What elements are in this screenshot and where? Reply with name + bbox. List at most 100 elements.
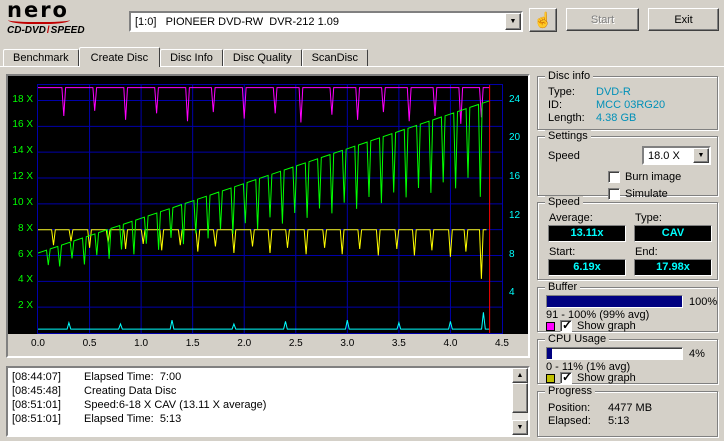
series-write-speed [38,100,490,267]
log-panel: [08:44:07] Elapsed Time: 7:00 [08:45:48] Cr… [6,366,530,437]
disc-info-value: DVD-R [596,86,631,98]
cpu-percent: 4% [689,348,705,360]
checkbox-box[interactable] [608,170,620,183]
progress-title: Progress [545,385,596,397]
hand-icon: ☝ [533,11,553,29]
buffer-group: Buffer 100% 91 - 100% (99% avg) Show gra… [537,281,718,332]
x-axis-label: 4.5 [495,338,509,349]
speed-chart: 2 X 4 X 6 X 8 X 10 X 12 X 14 X 16 X 18 X 4 8 12 16 2… [6,74,530,358]
cpu-progress-bar [546,347,683,360]
speed-select-label: Speed [548,150,580,162]
disc-info-group: Disc info Type: DVD-R ID: MCC 03RG20 Length:… [537,70,718,130]
tab-create-disc[interactable]: Create Disc [78,47,161,67]
y-axis-left-label: 8 X [17,222,33,234]
cpu-show-graph-checkbox[interactable] [560,370,572,384]
checkbox-simulate[interactable]: Simulate [608,187,717,200]
logo-subtext: CD-DVD/SPEED [7,25,125,36]
disc-info-row: Type: DVD-R [538,86,717,99]
progress-group: Progress Position: 4477 MB Elapsed: 5:13 [537,385,718,437]
speed-select-value: 18.0 X [648,149,680,162]
y-axis-right-label: 8 [509,248,515,260]
y-axis-left-label: 14 X [12,145,33,157]
tab-scandisc[interactable]: ScanDisc [301,49,369,66]
scrollbar-thumb[interactable] [512,383,528,413]
tab-benchmark[interactable]: Benchmark [3,49,79,66]
checkbox-burn-image[interactable]: Burn image [608,170,717,183]
exit-button-label: Exit [674,13,693,26]
speed-select[interactable]: 18.0 X ▼ [642,146,711,165]
log-timestamp: [08:45:48] [12,385,61,397]
disc-info-rows: Type: DVD-R ID: MCC 03RG20 Length: 4.38 GB [538,77,717,125]
x-axis-label: 3.0 [340,338,355,349]
elapsed-value: 5:13 [608,415,630,427]
y-axis-left-label: 2 X [17,300,33,312]
cpu-show-graph[interactable]: Show graph [546,370,636,384]
x-axis-label: 4.0 [443,338,458,349]
disc-info-row: ID: MCC 03RG20 [538,99,717,112]
buffer-graph-color-swatch [546,321,555,331]
position-label: Position: [548,402,591,414]
cpu-progress-fill [547,348,553,359]
select-button[interactable]: ☝ [529,8,557,32]
exit-button[interactable]: Exit [648,8,719,31]
cpu-usage-group: CPU Usage 4% 0 - 11% (1% avg) Show graph [537,333,718,384]
checkbox-box[interactable] [608,187,620,200]
device-selector[interactable]: [1:0] PIONEER DVD-RW DVR-212 1.09 ▼ [129,11,523,32]
series-cpu [38,312,490,330]
buffer-percent: 100% [689,296,718,308]
x-axis-label: 1.5 [185,338,200,349]
settings-title: Settings [545,130,591,142]
dropdown-arrow-icon[interactable]: ▼ [693,148,709,163]
disc-info-value: MCC 03RG20 [596,99,666,111]
log-scrollbar[interactable]: ▲ ▼ [512,368,528,435]
average-speed-value: 13.11x [548,225,626,242]
nero-logo: nero CD-DVD/SPEED [7,0,125,37]
log-line: [08:44:07] Elapsed Time: 7:00 [12,370,508,384]
progress-rows: Position: 4477 MB Elapsed: 5:13 [538,392,717,428]
log-lines: [08:44:07] Elapsed Time: 7:00 [08:45:48] Cr… [12,370,508,426]
logo-sub-speed: SPEED [50,25,85,36]
y-axis-right-label: 4 [509,287,515,299]
cpu-show-graph-label: Show graph [577,372,636,384]
buffer-progress-fill [547,296,682,307]
buffer-progress-bar [546,295,683,308]
position-value: 4477 MB [608,402,653,414]
scroll-up-button[interactable]: ▲ [512,368,528,383]
tab-disc-info[interactable]: Disc Info [160,49,223,66]
start-speed-label: Start: [549,246,576,258]
disc-info-row: Length: 4.38 GB [538,112,717,125]
tab-disc-quality[interactable]: Disc Quality [222,49,302,66]
log-line: [08:45:48] Creating Data Disc [12,384,508,398]
y-axis-right-label: 12 [509,209,521,221]
scroll-down-button[interactable]: ▼ [512,420,528,435]
checkbox-label: Simulate [625,187,668,200]
y-axis-right-label: 24 [509,93,521,105]
start-button[interactable]: Start [566,8,639,31]
device-selector-value: [1:0] PIONEER DVD-RW DVR-212 1.09 [135,15,339,28]
end-speed-label: End: [635,246,658,258]
start-speed-value: 6.19x [548,259,626,276]
buffer-show-graph[interactable]: Show graph [546,318,636,332]
log-message: Speed:6-18 X CAV (13.11 X average) [84,399,267,411]
progress-elapsed-row: Elapsed: 5:13 [538,415,717,428]
checkbox-label: Burn image [625,170,682,183]
cpu-usage-title: CPU Usage [545,333,610,345]
x-axis-label: 0.0 [31,338,45,349]
dropdown-arrow-icon[interactable]: ▼ [505,13,521,30]
y-axis-right-label: 20 [509,132,521,144]
speed-type-value: CAV [634,225,712,242]
chart-canvas [38,85,502,333]
y-axis-right-label: 16 [509,171,521,182]
log-timestamp: [08:51:01] [12,413,61,425]
log-line: [08:51:01] Speed:6-18 X CAV (13.11 X aver… [12,398,508,412]
y-axis-left-label: 4 X [17,274,33,286]
log-timestamp: [08:51:01] [12,399,61,411]
buffer-title: Buffer [545,281,581,293]
speed-group-title: Speed [545,196,583,208]
x-axis-label: 0.5 [82,338,97,349]
log-line: [08:51:01] Elapsed Time: 5:13 [12,412,508,426]
buffer-show-graph-checkbox[interactable] [560,318,572,332]
speed-group: Speed Average: Type: 13.11x CAV Start: E… [537,196,718,280]
disc-info-label: Length: [548,112,585,124]
y-axis-left: 2 X 4 X 6 X 8 X 10 X 12 X 14 X 16 X 18 X [8,84,35,334]
